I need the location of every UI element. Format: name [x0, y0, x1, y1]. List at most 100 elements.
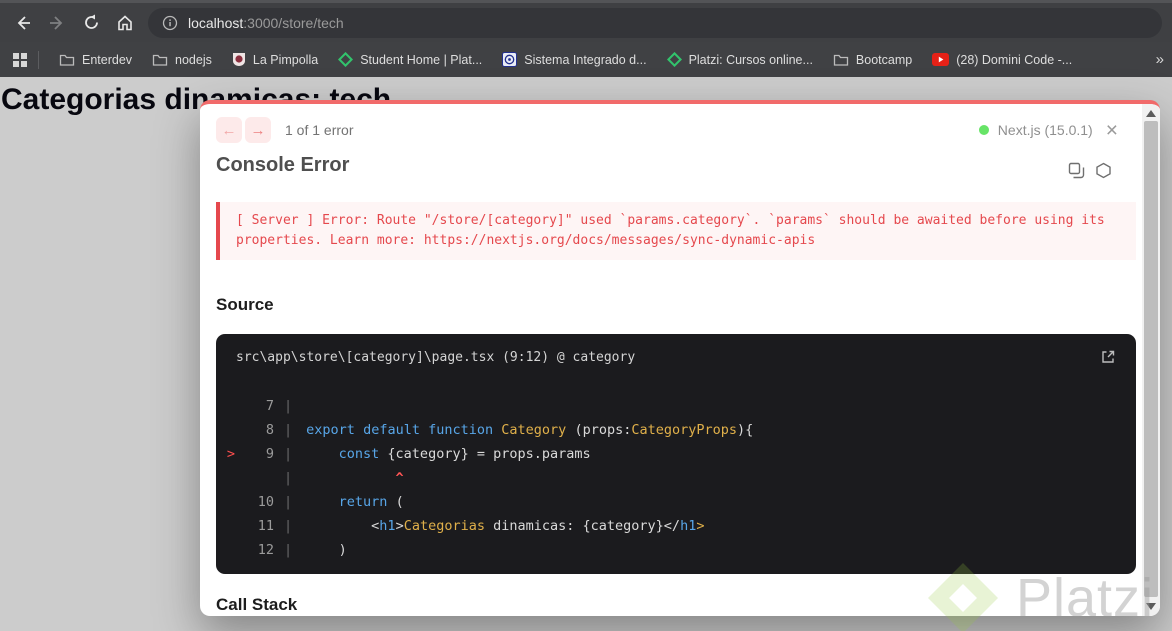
code-text: ^ [395, 470, 404, 486]
bookmark-label: Bootcamp [855, 52, 913, 67]
error-dialog-header: ← → 1 of 1 error Next.js (15.0.1) × [216, 116, 1118, 144]
status-dot-icon [978, 125, 989, 135]
gutter-separator: | [284, 494, 293, 510]
error-message-line: [ Server ] Error: Route "/store/[categor… [236, 213, 1105, 228]
code-line: 12 | ) [216, 538, 1136, 562]
copy-error-icon[interactable] [1068, 162, 1085, 179]
folder-icon [833, 53, 849, 67]
address-bar[interactable]: localhost:3000/store/tech [148, 7, 1162, 38]
bookmark-item[interactable]: Sistema Integrado d... [492, 48, 656, 71]
folder-icon [59, 53, 75, 67]
bookmark-item[interactable]: Student Home | Plat... [328, 48, 492, 71]
bookmark-item[interactable]: Enterdev [49, 49, 142, 71]
platzi-icon [338, 52, 354, 67]
line-number: 7 [265, 398, 274, 414]
bookmarks-bar: Enterdev nodejs La Pimpolla Student Home | … [0, 42, 1172, 77]
error-line-marker-icon: > [226, 446, 236, 462]
url-host: localhost [188, 14, 244, 31]
source-file-path[interactable]: src\app\store\[category]\page.tsx (9:12)… [236, 350, 635, 365]
line-marker-spacer [216, 418, 246, 442]
nodejs-inspector-icon[interactable] [1095, 162, 1112, 179]
error-count-label: 1 of 1 error [285, 122, 354, 138]
bookmark-label: Enterdev [82, 52, 133, 67]
browser-toolbar: localhost:3000/store/tech [0, 0, 1172, 42]
gutter-separator: | [284, 398, 293, 414]
code-line: 10 | return ( [216, 490, 1136, 514]
home-button[interactable] [108, 6, 142, 40]
crest-icon [232, 52, 246, 67]
code-text: <h1>Categorias dinamicas: {category}</h1… [306, 518, 705, 534]
scrollbar-thumb[interactable] [1144, 121, 1158, 597]
folder-icon [152, 53, 168, 67]
code-text: export default function Category (props:… [306, 422, 754, 438]
forward-arrow-icon [50, 15, 63, 30]
gutter-separator: | [284, 446, 293, 462]
bookmark-label: Sistema Integrado d... [524, 52, 647, 67]
bookmarks-overflow-chevron[interactable]: » [1156, 51, 1164, 68]
code-line: 7 | [216, 394, 1136, 418]
code-text: const {category} = props.params [338, 446, 591, 462]
line-number: 9 [265, 446, 274, 462]
bookmark-label: La Pimpolla [252, 52, 319, 67]
line-number: 8 [265, 422, 274, 438]
next-error-button[interactable]: → [245, 117, 271, 143]
home-icon [118, 14, 132, 30]
youtube-icon [932, 53, 950, 66]
code-text: return ( [338, 494, 404, 510]
gutter-separator: | [284, 422, 293, 438]
line-marker-spacer [216, 538, 246, 562]
bookmark-item[interactable]: Platzi: Cursos online... [657, 48, 823, 71]
reload-button[interactable] [74, 6, 108, 40]
line-number: 12 [257, 542, 274, 558]
code-line: 8 | export default function Category (prop… [216, 418, 1136, 442]
scroll-down-arrow-icon[interactable] [1146, 603, 1156, 610]
error-actions [1068, 162, 1112, 179]
scroll-up-arrow-icon[interactable] [1146, 110, 1156, 117]
reload-icon [84, 14, 98, 29]
bookmark-item[interactable]: nodejs [142, 49, 222, 71]
line-number [246, 466, 274, 490]
emblem-icon [502, 52, 518, 67]
apps-grid-icon[interactable] [12, 52, 28, 68]
gutter-separator: | [284, 542, 293, 558]
dialog-scrollbar[interactable] [1142, 104, 1160, 616]
error-message-box: [ Server ] Error: Route "/store/[categor… [216, 202, 1136, 260]
source-code-frame: src\app\store\[category]\page.tsx (9:12)… [216, 334, 1136, 574]
code-line: | ^ [216, 466, 1136, 490]
open-in-editor-icon[interactable] [1100, 349, 1116, 365]
code-line: 11 | <h1>Categorias dinamicas: {category}… [216, 514, 1136, 538]
site-info-icon[interactable] [162, 15, 178, 31]
code-line: >9 | const {category} = props.params [216, 442, 1136, 466]
error-message-line[interactable]: properties. Learn more: https://nextjs.o… [236, 231, 1120, 251]
bookmark-item[interactable]: La Pimpolla [222, 48, 328, 71]
bookmark-item[interactable]: (28) Domini Code -... [922, 49, 1082, 71]
previous-error-button[interactable]: ← [216, 117, 242, 143]
nextjs-version-badge: Next.js (15.0.1) [997, 122, 1093, 138]
line-number: 11 [257, 518, 274, 534]
line-number: 10 [257, 494, 274, 510]
bookmarks-divider [38, 50, 39, 69]
back-arrow-icon [17, 15, 30, 30]
line-marker-spacer [216, 394, 246, 418]
call-stack-section-label: Call Stack [216, 595, 298, 614]
bookmark-item[interactable]: Bootcamp [823, 49, 922, 71]
bookmark-label: Platzi: Cursos online... [688, 52, 813, 67]
code-frame-header: src\app\store\[category]\page.tsx (9:12)… [216, 334, 1136, 380]
bookmark-label: Student Home | Plat... [360, 52, 483, 67]
url-path: :3000/store/tech [243, 14, 344, 31]
error-type-title: Console Error [216, 154, 350, 176]
bookmark-label: nodejs [175, 52, 212, 67]
line-marker-spacer [216, 514, 246, 538]
forward-button[interactable] [40, 6, 74, 40]
gutter-separator: | [284, 518, 293, 534]
close-icon[interactable]: × [1106, 120, 1118, 141]
nextjs-error-dialog: ← → 1 of 1 error Next.js (15.0.1) × Cons… [200, 100, 1160, 616]
page-viewport: Categorias dinamicas: tech ← → 1 of 1 er… [0, 77, 1172, 631]
bookmark-label: (28) Domini Code -... [956, 52, 1073, 67]
gutter-separator: | [284, 470, 293, 486]
source-section-label: Source [216, 295, 274, 314]
back-button[interactable] [6, 6, 40, 40]
line-marker-spacer [216, 466, 246, 490]
browser-window: localhost:3000/store/tech Enterdev nodejs… [0, 0, 1172, 631]
